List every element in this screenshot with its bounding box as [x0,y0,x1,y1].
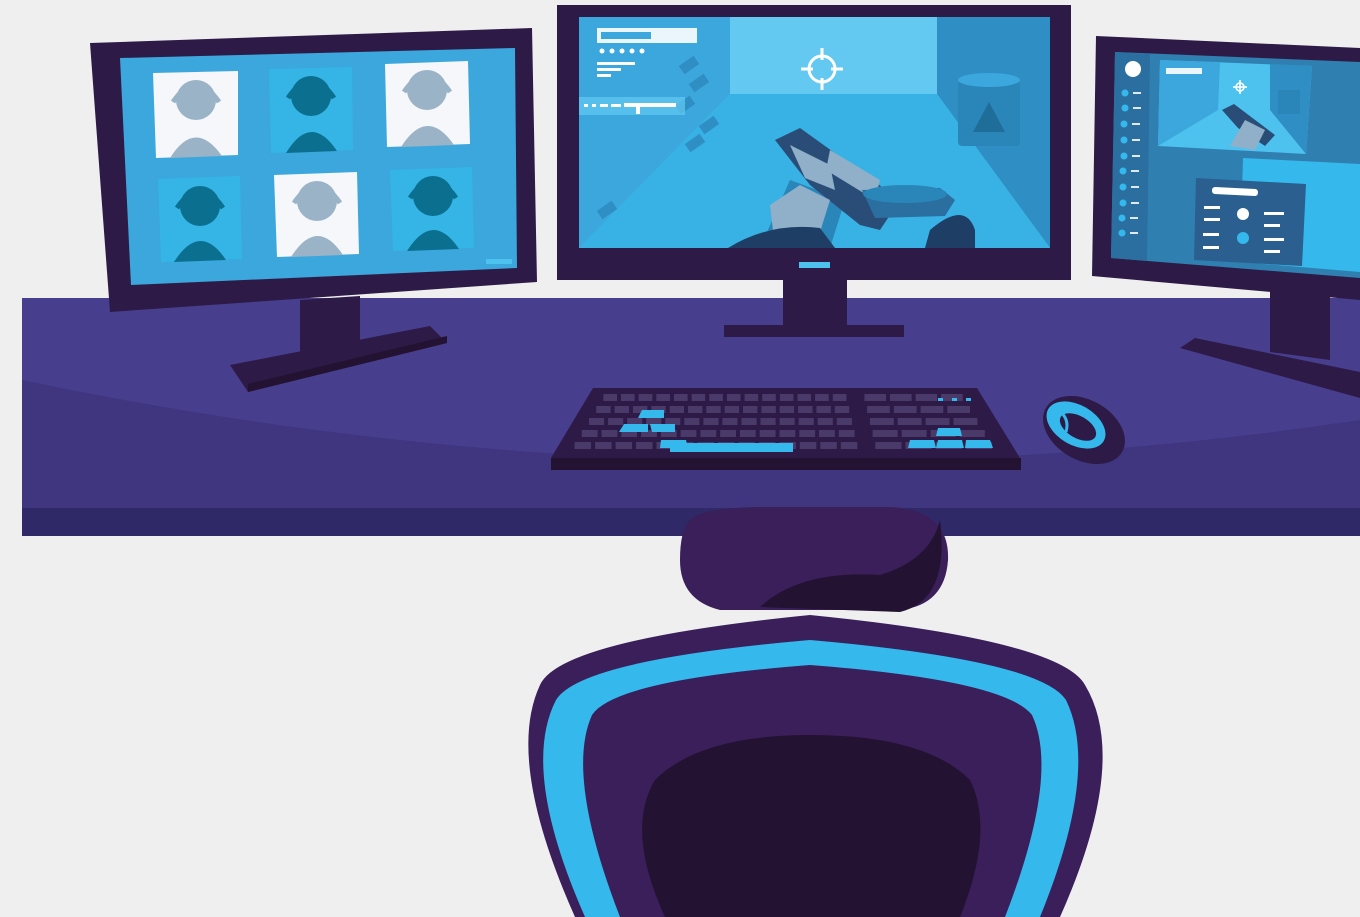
numpad-key[interactable] [867,406,890,413]
numpad-key[interactable] [869,418,894,425]
keyboard-key[interactable] [700,430,717,437]
keyboard-key[interactable] [722,418,738,425]
keyboard-key[interactable] [581,430,598,437]
keyboard-key[interactable] [798,418,814,425]
keyboard-key[interactable] [709,394,723,401]
keyboard-key[interactable] [724,406,740,413]
stand-base [724,325,904,337]
keyboard-key[interactable] [636,442,653,449]
keyboard-key[interactable] [820,442,837,449]
keyboard-key[interactable] [615,442,633,449]
toggle-knob[interactable] [1237,208,1249,220]
stand-neck [1270,290,1330,360]
keyboard-key[interactable] [589,418,605,425]
keyboard-key[interactable] [720,430,736,437]
numpad-key[interactable] [872,430,898,437]
numpad-key[interactable] [959,430,985,437]
numpad-key[interactable] [864,394,886,401]
keyboard-key[interactable] [706,406,721,413]
keyboard-key[interactable] [608,418,624,425]
keyboard-key[interactable] [621,394,635,401]
barrel-icon [958,73,1020,146]
numpad-key[interactable] [893,406,917,413]
keyboard-key[interactable] [703,418,719,425]
video-tile[interactable] [153,71,238,158]
avatar[interactable] [1125,61,1141,77]
keyboard-key[interactable] [638,394,653,401]
keyboard-icon[interactable] [551,388,1021,470]
keyboard-key[interactable] [798,406,813,413]
keyboard-key[interactable] [680,430,697,437]
stand-neck [783,278,847,328]
keyboard-key[interactable] [799,430,816,437]
keyboard-key[interactable] [779,430,796,437]
keyboard-key[interactable] [836,418,852,425]
keyboard-key[interactable] [834,406,850,413]
keyboard-key[interactable] [691,394,706,401]
numpad-key[interactable] [941,394,963,401]
keyboard-key[interactable] [741,418,757,425]
toggle-knob[interactable] [1237,232,1249,244]
spacebar[interactable] [670,443,793,452]
keyboard-key[interactable] [840,442,858,449]
settings-sidebar [1111,52,1150,261]
keyboard-key[interactable] [759,430,776,437]
keyboard-key[interactable] [614,406,629,413]
keyboard-key[interactable] [656,394,670,401]
chair-cushion [642,735,981,917]
keyboard-key[interactable] [779,406,795,413]
keyboard-key[interactable] [726,394,741,401]
keyboard-key[interactable] [646,418,662,425]
gaming-setup-illustration [0,0,1360,917]
keyboard-key[interactable] [603,394,617,401]
numpad-key[interactable] [947,406,970,413]
keyboard-key[interactable] [669,406,684,413]
keyboard-key[interactable] [601,430,618,437]
numpad-key[interactable] [901,430,927,437]
game-screen[interactable] [579,17,1050,248]
keyboard-key[interactable] [739,430,756,437]
keyboard-key[interactable] [779,394,794,401]
video-tile[interactable] [274,172,359,257]
video-tile[interactable] [390,167,474,251]
keyboard-key[interactable] [816,406,831,413]
numpad-key[interactable] [920,406,944,413]
keyboard-key[interactable] [760,418,776,425]
numpad-key[interactable] [890,394,912,401]
keyboard-key[interactable] [595,442,612,449]
keyboard-key[interactable] [819,430,835,437]
numpad-key[interactable] [925,418,950,425]
video-tile[interactable] [385,61,470,147]
keyboard-key[interactable] [797,394,812,401]
numpad-key[interactable] [897,418,922,425]
keyboard-key[interactable] [744,394,759,401]
numpad-key[interactable] [953,418,978,425]
keyboard-key[interactable] [817,418,833,425]
keyboard-key[interactable] [574,442,592,449]
keyboard-key[interactable] [779,418,795,425]
keyboard-key[interactable] [665,418,681,425]
keyboard-key[interactable] [832,394,847,401]
game-preview[interactable] [1158,60,1312,154]
keyboard-key[interactable] [743,406,758,413]
video-tile[interactable] [158,176,242,262]
keyboard-key[interactable] [627,418,643,425]
keyboard-key[interactable] [684,418,700,425]
keyboard-key[interactable] [596,406,611,413]
keyboard-key[interactable] [674,394,688,401]
numpad-key[interactable] [915,394,938,401]
keyboard-key[interactable] [815,394,829,401]
numpad-key[interactable] [875,442,902,449]
keyboard-key[interactable] [838,430,855,437]
video-tile[interactable] [269,67,353,153]
keyboard-key[interactable] [799,442,817,449]
keyboard-key[interactable] [761,406,776,413]
keyboard-key[interactable] [688,406,703,413]
keyboard-key[interactable] [762,394,776,401]
